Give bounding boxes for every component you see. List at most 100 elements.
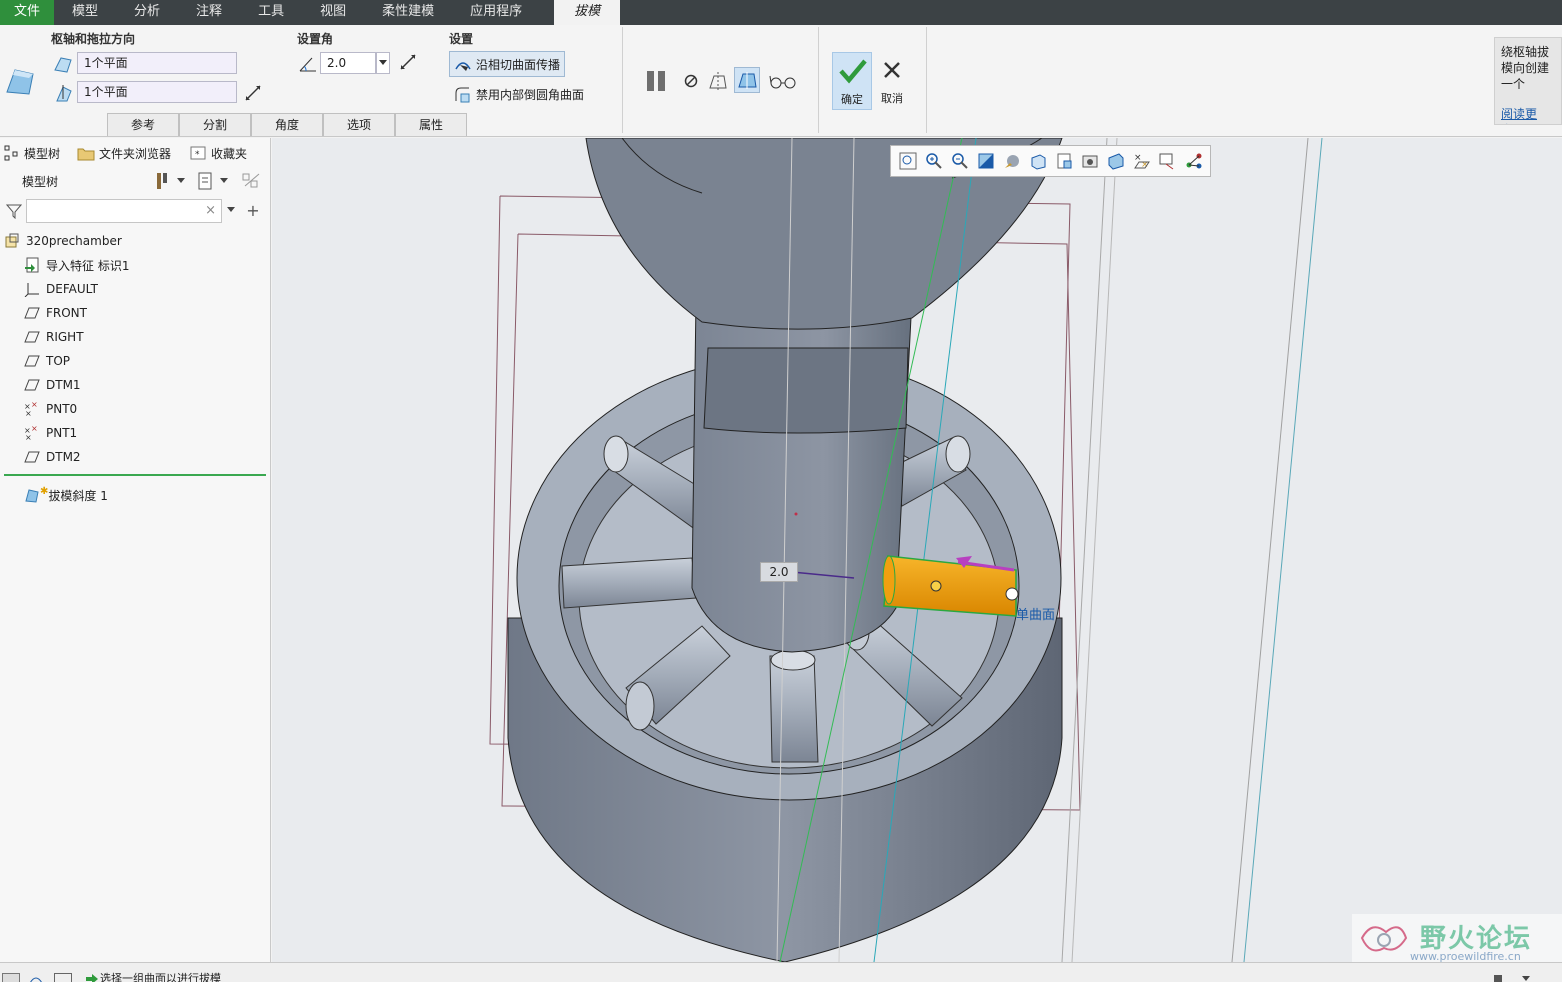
watermark: 野火论坛 www.proewildfire.cn xyxy=(1352,914,1562,962)
clear-icon[interactable]: × xyxy=(205,203,216,218)
tangent-propagate-icon xyxy=(453,54,473,74)
selection-filter-icon[interactable] xyxy=(1492,973,1532,982)
ribbon: 枢轴和拖拉方向 1个平面 1个平面 设置角 2.0 设置 沿相切曲面传播 禁用内… xyxy=(0,25,1562,137)
tree-filter-settings-icon[interactable] xyxy=(240,171,262,191)
separate-preview-icon[interactable] xyxy=(706,69,730,93)
navigator-icon[interactable] xyxy=(28,973,44,982)
tree-item-label: DTM2 xyxy=(46,450,81,464)
tree-item[interactable]: DTM2 xyxy=(24,446,81,468)
ribbon-divider xyxy=(622,27,623,133)
chevron-down-icon[interactable] xyxy=(226,204,236,216)
filter-icon[interactable] xyxy=(4,201,24,221)
graphics-viewport[interactable]: 2.0 单曲面 × × 野火论坛 www.proewildfire.cn xyxy=(272,138,1562,962)
menu-view[interactable]: 视图 xyxy=(302,0,364,25)
tree-item-label: 320prechamber xyxy=(26,234,122,248)
favorites-icon: * xyxy=(190,145,206,161)
tree-item[interactable]: × × × PNT1 xyxy=(24,422,77,444)
tab-draft[interactable]: 拔模 xyxy=(554,0,621,25)
csys-icon xyxy=(24,281,40,297)
draft-feature-icon xyxy=(2,63,38,99)
svg-text:*: * xyxy=(195,150,200,160)
zoom-fit-icon[interactable] xyxy=(897,150,919,172)
tree-item[interactable]: DTM1 xyxy=(24,374,81,396)
subtab-split[interactable]: 分割 xyxy=(179,113,251,136)
tree-item-label: RIGHT xyxy=(46,330,84,344)
svg-text:×: × xyxy=(31,401,38,409)
datum-display-icon[interactable]: × × xyxy=(1131,150,1153,172)
repaint-icon[interactable] xyxy=(975,150,997,172)
tree-item-label: 导入特征 标识1 xyxy=(46,258,130,273)
menu-applications[interactable]: 应用程序 xyxy=(452,0,540,25)
draft-angle-input[interactable]: 2.0 xyxy=(320,52,376,74)
perspective-icon[interactable] xyxy=(1079,150,1101,172)
model-tree-panel: 模型树 文件夹浏览器 * 收藏夹 模型树 × + 320prechamber 导… xyxy=(0,138,271,962)
chevron-down-icon[interactable] xyxy=(219,176,229,186)
menu-analysis[interactable]: 分析 xyxy=(116,0,178,25)
add-filter-icon[interactable]: + xyxy=(244,201,262,220)
help-text: 绕枢轴拔模向创建一个 xyxy=(1501,45,1550,91)
show-list-icon[interactable] xyxy=(195,171,215,191)
view-manager-icon[interactable] xyxy=(1053,150,1075,172)
tree-item[interactable]: TOP xyxy=(24,350,70,372)
tree-item[interactable]: × × × PNT0 xyxy=(24,398,77,420)
angle-dimension-tag[interactable]: 2.0 xyxy=(760,562,798,582)
spin-center-icon[interactable] xyxy=(1183,150,1205,172)
menu-tools[interactable]: 工具 xyxy=(240,0,302,25)
section-icon[interactable] xyxy=(1105,150,1127,172)
datum-point-icon: × × × xyxy=(24,425,40,441)
zoom-out-icon[interactable] xyxy=(949,150,971,172)
tab-favorites[interactable]: * 收藏夹 xyxy=(190,142,247,164)
pause-icon[interactable] xyxy=(642,67,670,95)
tangent-propagate-button[interactable]: 沿相切曲面传播 xyxy=(449,51,565,77)
disable-inner-round-option[interactable]: 禁用内部倒圆角曲面 xyxy=(452,83,584,105)
menu-model[interactable]: 模型 xyxy=(54,0,116,25)
panel-toggle-icon[interactable] xyxy=(2,973,20,982)
close-icon xyxy=(878,58,906,82)
drag-direction-field[interactable]: 1个平面 xyxy=(77,81,237,103)
pivot-collector-field[interactable]: 1个平面 xyxy=(77,52,237,74)
subtab-angle[interactable]: 角度 xyxy=(251,113,323,136)
annotation-display-icon[interactable] xyxy=(1157,150,1179,172)
zoom-in-icon[interactable] xyxy=(923,150,945,172)
flip-angle-icon[interactable] xyxy=(398,52,418,72)
chevron-down-icon[interactable] xyxy=(176,176,186,186)
tree-item[interactable]: RIGHT xyxy=(24,326,84,348)
menu-annotate[interactable]: 注释 xyxy=(178,0,240,25)
tab-model-tree-label: 模型树 xyxy=(24,146,61,161)
cancel-button[interactable]: 取消 xyxy=(874,52,910,110)
tree-item-active-feature[interactable]: ✱ 拔模斜度 1 xyxy=(24,484,108,506)
saved-orientations-icon[interactable] xyxy=(1027,150,1049,172)
ribbon-divider xyxy=(818,27,819,133)
no-preview-icon[interactable] xyxy=(680,70,702,92)
verify-preview-icon[interactable] xyxy=(734,67,760,93)
tree-search-input[interactable]: × xyxy=(26,199,222,223)
flip-direction-icon[interactable] xyxy=(243,83,263,103)
watermark-url: www.proewildfire.cn xyxy=(1410,950,1521,962)
view-toolbar: × × xyxy=(890,145,1211,177)
read-more-link[interactable]: 阅读更多... xyxy=(1501,106,1555,124)
subtab-references[interactable]: 参考 xyxy=(107,113,179,136)
tangent-propagate-label: 沿相切曲面传播 xyxy=(476,57,561,72)
svg-text:×: × xyxy=(25,409,32,417)
browser-toggle-icon[interactable] xyxy=(54,973,72,982)
menu-file[interactable]: 文件 xyxy=(0,0,55,25)
display-style-icon[interactable] xyxy=(1001,150,1023,172)
angle-dropdown-chevron-icon[interactable] xyxy=(376,52,390,74)
tree-item-label: 拔模斜度 1 xyxy=(48,488,108,503)
subtab-options[interactable]: 选项 xyxy=(323,113,395,136)
tree-settings-icon[interactable] xyxy=(152,171,172,191)
tab-folder-browser[interactable]: 文件夹浏览器 xyxy=(77,142,171,164)
ribbon-divider xyxy=(926,27,927,133)
tree-item[interactable]: DEFAULT xyxy=(24,278,98,300)
glasses-preview-icon[interactable] xyxy=(768,69,798,93)
ribbon-subtabs: 参考 分割 角度 选项 属性 xyxy=(107,113,467,136)
subtab-properties[interactable]: 属性 xyxy=(395,113,467,136)
status-bar: 选择一组曲面以进行拔模 xyxy=(0,962,1562,982)
tree-item-label: DEFAULT xyxy=(46,282,98,296)
menu-flexible-modeling[interactable]: 柔性建模 xyxy=(364,0,452,25)
ok-button[interactable]: 确定 xyxy=(832,52,872,110)
tree-item[interactable]: FRONT xyxy=(24,302,87,324)
tree-item-root[interactable]: 320prechamber xyxy=(4,230,122,252)
tab-model-tree[interactable]: 模型树 xyxy=(4,142,60,164)
tree-item[interactable]: 导入特征 标识1 xyxy=(24,254,129,276)
